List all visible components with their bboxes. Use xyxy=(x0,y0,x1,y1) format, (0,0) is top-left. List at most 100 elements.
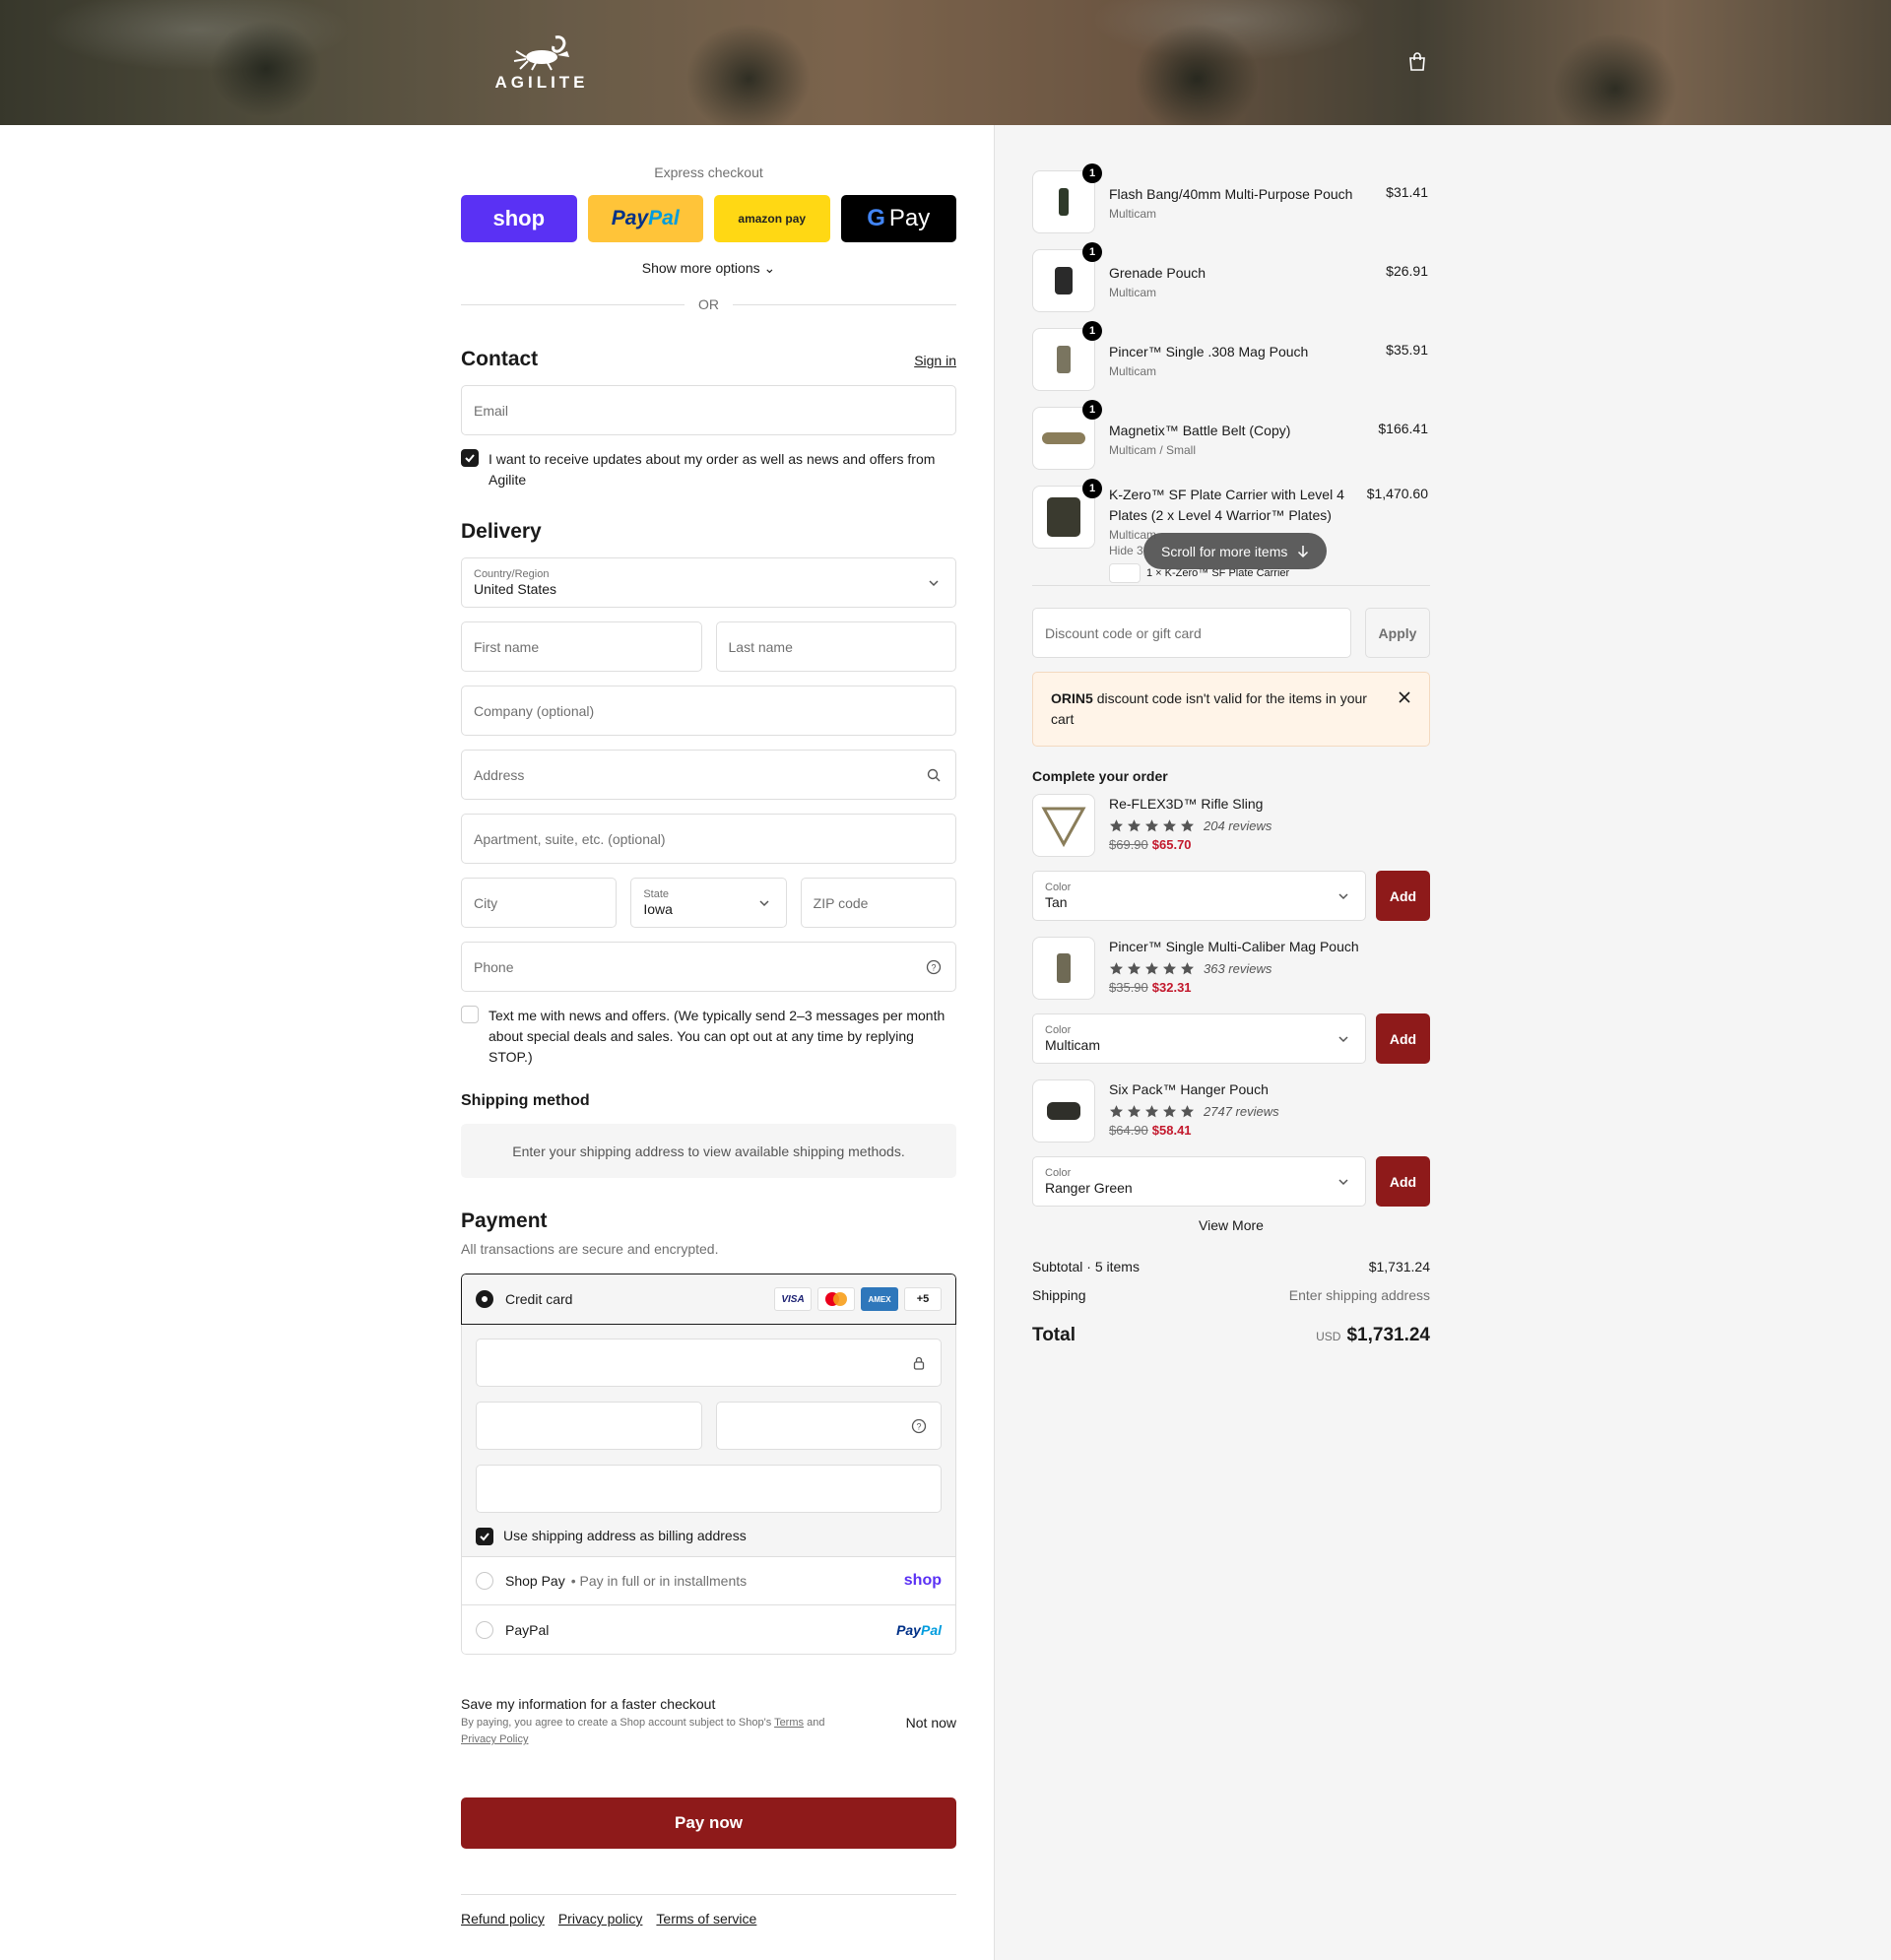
color-select[interactable]: Color Multicam xyxy=(1032,1013,1366,1064)
updates-opt-in[interactable]: I want to receive updates about my order… xyxy=(461,449,956,490)
shop-pay-note-text: Pay in full or in installments xyxy=(579,1573,748,1589)
credit-card-radio[interactable] xyxy=(476,1290,493,1308)
footer-links: Refund policy Privacy policy Terms of se… xyxy=(461,1894,956,1927)
shipping-method-title: Shipping method xyxy=(461,1092,590,1109)
scroll-hint-label: Scroll for more items xyxy=(1161,543,1288,559)
state-select[interactable]: State Iowa xyxy=(630,878,787,928)
color-value: Ranger Green xyxy=(1045,1180,1133,1196)
chevron-down-icon xyxy=(759,899,769,906)
upsell-title: Complete your order xyxy=(1032,768,1168,784)
email-field[interactable]: Email xyxy=(461,385,956,435)
shop-pay-express-button[interactable]: shop xyxy=(461,195,577,242)
review-count: 204 reviews xyxy=(1204,818,1272,833)
add-button[interactable]: Add xyxy=(1376,1013,1430,1064)
search-icon xyxy=(927,768,941,781)
apply-discount-button[interactable]: Apply xyxy=(1365,608,1430,658)
shopping-bag-icon[interactable] xyxy=(1406,51,1428,73)
quantity-badge: 1 xyxy=(1082,479,1102,498)
item-price: $26.91 xyxy=(1386,263,1428,279)
terms-of-service-link[interactable]: Terms of service xyxy=(656,1911,756,1927)
updates-checkbox[interactable] xyxy=(461,449,479,467)
country-select[interactable]: Country/Region United States xyxy=(461,557,956,608)
upsell-add-row: Color Ranger Green Add xyxy=(1032,1156,1430,1207)
payment-methods: Credit card VISA AMEX +5 ? Use shipping … xyxy=(461,1274,956,1655)
color-select[interactable]: Color Tan xyxy=(1032,871,1366,921)
help-circle-icon[interactable]: ? xyxy=(911,1418,927,1434)
billing-same-as-shipping[interactable]: Use shipping address as billing address xyxy=(476,1526,942,1546)
privacy-link[interactable]: Privacy Policy xyxy=(461,1733,528,1745)
credit-card-label: Credit card xyxy=(505,1291,573,1307)
add-button[interactable]: Add xyxy=(1376,1156,1430,1207)
terms-link[interactable]: Terms xyxy=(774,1717,804,1729)
shipping-row: Shipping Enter shipping address xyxy=(1032,1287,1430,1303)
scroll-for-more-button[interactable]: Scroll for more items xyxy=(1143,533,1328,569)
paypal-option[interactable]: PayPal PayPal xyxy=(461,1605,956,1655)
privacy-policy-link[interactable]: Privacy policy xyxy=(558,1911,643,1927)
subtotal-row: Subtotal · 5 items $1,731.24 xyxy=(1032,1259,1430,1274)
city-field[interactable]: City xyxy=(461,878,618,928)
compare-price: $64.90 xyxy=(1109,1123,1148,1138)
currency-code: USD xyxy=(1316,1330,1341,1343)
chevron-down-icon: ⌄ xyxy=(763,260,776,276)
quantity-badge: 1 xyxy=(1082,400,1102,420)
sign-in-link[interactable]: Sign in xyxy=(914,353,956,368)
star-icon xyxy=(1162,962,1177,975)
card-number-field[interactable] xyxy=(476,1339,942,1387)
quantity-badge: 1 xyxy=(1082,321,1102,341)
contact-title: Contact xyxy=(461,348,539,370)
pay-now-button[interactable]: Pay now xyxy=(461,1797,956,1849)
color-select[interactable]: Color Ranger Green xyxy=(1032,1156,1366,1207)
checkmark-icon xyxy=(465,454,475,463)
shop-pay-radio[interactable] xyxy=(476,1572,493,1590)
first-name-field[interactable]: First name xyxy=(461,621,702,672)
item-name: K-Zero™ SF Plate Carrier with Level 4 Pl… xyxy=(1109,487,1344,523)
star-icon xyxy=(1162,819,1177,832)
discount-row: Discount code or gift card Apply xyxy=(1032,608,1430,658)
sms-checkbox[interactable] xyxy=(461,1006,479,1023)
discount-code-field[interactable]: Discount code or gift card xyxy=(1032,608,1351,658)
address-placeholder: Address xyxy=(474,766,525,783)
show-more-options-link[interactable]: Show more options ⌄ xyxy=(461,260,956,277)
billing-checkbox[interactable] xyxy=(476,1527,493,1545)
star-icon xyxy=(1180,962,1195,975)
city-state-zip-row: City State Iowa ZIP code xyxy=(461,878,956,928)
upsell-name: Six Pack™ Hanger Pouch xyxy=(1109,1081,1269,1097)
total-amount: $1,731.24 xyxy=(1346,1325,1430,1345)
product-thumbnail: 1 xyxy=(1032,321,1102,391)
apartment-field[interactable]: Apartment, suite, etc. (optional) xyxy=(461,814,956,864)
view-more-link[interactable]: View More xyxy=(1032,1217,1430,1233)
security-code-field[interactable]: ? xyxy=(715,1402,942,1450)
shop-pay-option[interactable]: Shop Pay • Pay in full or in installment… xyxy=(461,1556,956,1605)
color-value: Tan xyxy=(1045,894,1068,910)
phone-field[interactable]: Phone ? xyxy=(461,942,956,992)
paypal-radio[interactable] xyxy=(476,1620,493,1639)
help-circle-icon[interactable]: ? xyxy=(926,959,942,975)
name-row: First name Last name xyxy=(461,621,956,672)
amazon-pay-express-button[interactable]: amazon pay xyxy=(714,195,830,242)
checkmark-icon xyxy=(480,1532,489,1540)
not-now-button[interactable]: Not now xyxy=(906,1715,956,1731)
zip-field[interactable]: ZIP code xyxy=(800,878,956,928)
name-on-card-field[interactable] xyxy=(476,1465,942,1513)
item-variant: Multicam / Small xyxy=(1109,443,1197,457)
paypal-express-button[interactable]: Pay Pal xyxy=(587,195,703,242)
add-button[interactable]: Add xyxy=(1376,871,1430,921)
subtotal-value: $1,731.24 xyxy=(1368,1259,1430,1274)
close-icon[interactable] xyxy=(1398,690,1411,704)
google-pay-express-button[interactable]: G Pay xyxy=(840,195,956,242)
sms-opt-in[interactable]: Text me with news and offers. (We typica… xyxy=(461,1006,956,1068)
google-g-icon: G xyxy=(867,205,885,231)
brand-logo[interactable]: AGILITE xyxy=(487,33,597,93)
cart-items-list[interactable]: 1 Flash Bang/40mm Multi-Purpose Pouch Mul… xyxy=(1032,125,1430,586)
card-brand-icons: VISA AMEX +5 xyxy=(774,1287,942,1311)
credit-card-option[interactable]: Credit card VISA AMEX +5 xyxy=(461,1274,956,1325)
discount-error-text: discount code isn't valid for the items … xyxy=(1051,690,1367,727)
credit-card-form: ? Use shipping address as billing addres… xyxy=(461,1325,956,1556)
company-field[interactable]: Company (optional) xyxy=(461,686,956,736)
expiration-date-field[interactable] xyxy=(476,1402,702,1450)
last-name-field[interactable]: Last name xyxy=(715,621,956,672)
address-field[interactable]: Address xyxy=(461,750,956,800)
last-name-placeholder: Last name xyxy=(728,638,793,655)
item-price: $1,470.60 xyxy=(1366,486,1428,501)
refund-policy-link[interactable]: Refund policy xyxy=(461,1911,545,1927)
